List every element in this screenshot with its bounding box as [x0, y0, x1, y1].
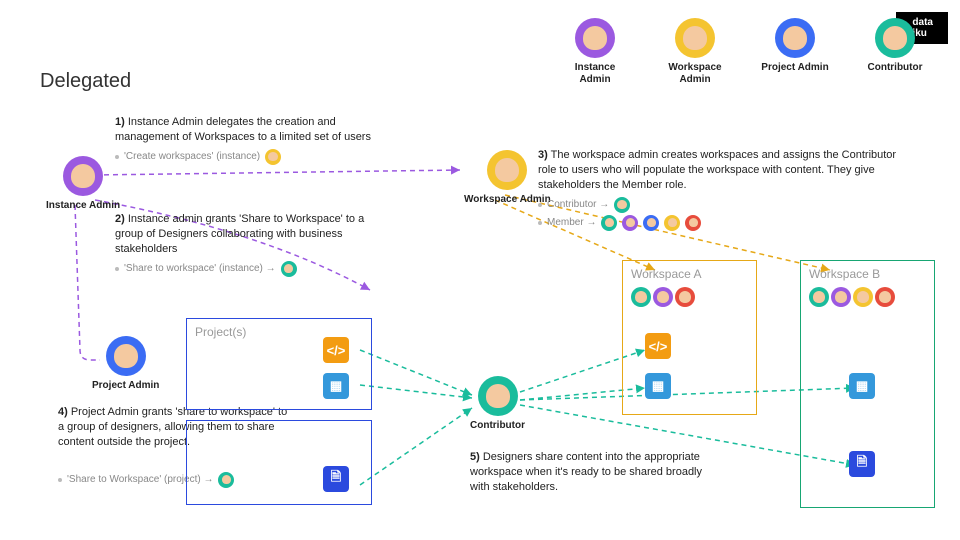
code-icon: </> [645, 333, 671, 359]
box-projects-1: Project(s) </> ▦ [186, 318, 372, 410]
node-project-admin: Project Admin [92, 336, 159, 391]
node-contributor: Contributor [470, 376, 525, 431]
grid-icon: ▦ [849, 373, 875, 399]
box-wsb-title: Workspace B [809, 267, 880, 281]
doc-icon: 🗎 [323, 466, 349, 492]
doc-icon: 🗎 [849, 451, 875, 477]
legend-project-admin: Project Admin [760, 18, 830, 86]
grid-icon: ▦ [645, 373, 671, 399]
role-legend: Instance Admin Workspace Admin Project A… [560, 18, 930, 86]
grid-icon: ▦ [323, 373, 349, 399]
wsb-members [809, 287, 895, 307]
code-icon: </> [323, 337, 349, 363]
perm-create-workspaces: 'Create workspaces' (instance) [115, 149, 395, 165]
legend-instance-admin: Instance Admin [560, 18, 630, 86]
wsa-members [631, 287, 695, 307]
box-wsa-title: Workspace A [631, 267, 701, 281]
perm-contributor: Contributor → [538, 197, 898, 213]
node-instance-admin: Instance Admin [46, 156, 120, 211]
step-2: 2) Instance admin grants 'Share to Works… [115, 212, 375, 277]
legend-workspace-admin: Workspace Admin [660, 18, 730, 86]
step-3: 3) The workspace admin creates workspace… [538, 148, 898, 231]
step-1: 1) Instance Admin delegates the creation… [115, 115, 395, 165]
perm-share-instance: 'Share to workspace' (instance) → [115, 261, 375, 277]
legend-contributor: Contributor [860, 18, 930, 86]
page-title: Delegated [40, 70, 131, 93]
perm-member: Member → [538, 215, 898, 231]
box-projects-2: 🗎 [186, 420, 372, 505]
box-workspace-a: Workspace A </> ▦ [622, 260, 757, 415]
step-5: 5) Designers share content into the appr… [470, 450, 720, 495]
box-projects-title: Project(s) [195, 325, 246, 339]
box-workspace-b: Workspace B ▦ 🗎 [800, 260, 935, 508]
